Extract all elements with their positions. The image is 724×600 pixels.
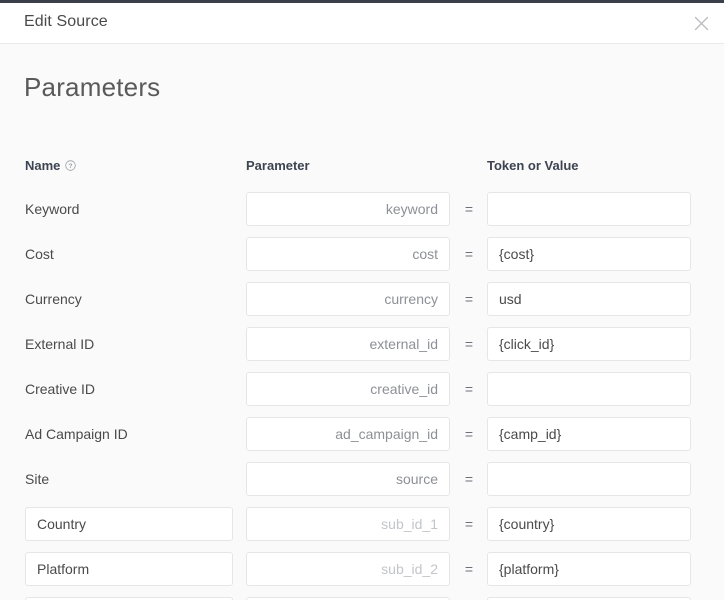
parameter-input-cost[interactable]: [246, 237, 450, 271]
equals-sign: =: [463, 291, 475, 307]
name-label-cost: Cost: [25, 246, 54, 262]
column-header-token-or-value: Token or Value: [487, 158, 579, 173]
value-input-external-id[interactable]: [487, 327, 691, 361]
parameter-row: External ID =: [0, 323, 724, 368]
equals-sign: =: [463, 561, 475, 577]
value-input-platform[interactable]: [487, 552, 691, 586]
equals-sign: =: [463, 381, 475, 397]
parameter-input-country[interactable]: [246, 507, 450, 541]
parameter-input-ad-campaign-id[interactable]: [246, 417, 450, 451]
name-input-platform[interactable]: [25, 552, 233, 586]
parameter-input-platform[interactable]: [246, 552, 450, 586]
name-label-external-id: External ID: [25, 336, 94, 352]
equals-sign: =: [463, 426, 475, 442]
modal-header: Edit Source: [0, 3, 724, 44]
parameter-row: Cost =: [0, 233, 724, 278]
parameter-input-external-id[interactable]: [246, 327, 450, 361]
section-heading: Parameters: [24, 72, 160, 103]
value-input-keyword[interactable]: [487, 192, 691, 226]
svg-text:?: ?: [69, 163, 73, 170]
value-input-ad-campaign-id[interactable]: [487, 417, 691, 451]
column-header-name-label: Name: [25, 158, 60, 173]
column-header-row: Name? Parameter Token or Value: [0, 158, 724, 178]
modal-body: Parameters Name? Parameter Token or Valu…: [0, 44, 724, 600]
column-header-parameter: Parameter: [246, 158, 310, 173]
equals-sign: =: [463, 246, 475, 262]
edit-source-modal: Edit Source Parameters Name? Parameter T…: [0, 3, 724, 600]
parameter-input-currency[interactable]: [246, 282, 450, 316]
name-label-creative-id: Creative ID: [25, 381, 95, 397]
help-circle-icon[interactable]: ?: [65, 160, 76, 171]
name-label-ad-campaign-id: Ad Campaign ID: [25, 426, 128, 442]
parameter-input-site[interactable]: [246, 462, 450, 496]
value-input-site[interactable]: [487, 462, 691, 496]
parameter-row: Site =: [0, 458, 724, 503]
parameter-input-creative-id[interactable]: [246, 372, 450, 406]
equals-sign: =: [463, 471, 475, 487]
name-input-country[interactable]: [25, 507, 233, 541]
parameter-row: Ad Campaign ID =: [0, 413, 724, 458]
value-input-cost[interactable]: [487, 237, 691, 271]
value-input-currency[interactable]: [487, 282, 691, 316]
parameter-row: Currency =: [0, 278, 724, 323]
value-input-creative-id[interactable]: [487, 372, 691, 406]
page-title: Edit Source: [24, 13, 108, 31]
equals-sign: =: [463, 516, 475, 532]
name-label-keyword: Keyword: [25, 201, 79, 217]
parameter-row: Keyword =: [0, 188, 724, 233]
equals-sign: =: [463, 201, 475, 217]
parameter-row: =: [0, 548, 724, 593]
value-input-country[interactable]: [487, 507, 691, 541]
parameter-row: =: [0, 503, 724, 548]
close-icon[interactable]: [688, 10, 714, 36]
column-header-name: Name?: [25, 158, 76, 173]
parameters-rows: Keyword=Cost=Currency=External ID=Creati…: [0, 188, 724, 600]
parameter-row: Creative ID =: [0, 368, 724, 413]
parameter-row: =: [0, 593, 724, 600]
equals-sign: =: [463, 336, 475, 352]
parameter-input-keyword[interactable]: [246, 192, 450, 226]
name-label-site: Site: [25, 471, 49, 487]
name-label-currency: Currency: [25, 291, 82, 307]
